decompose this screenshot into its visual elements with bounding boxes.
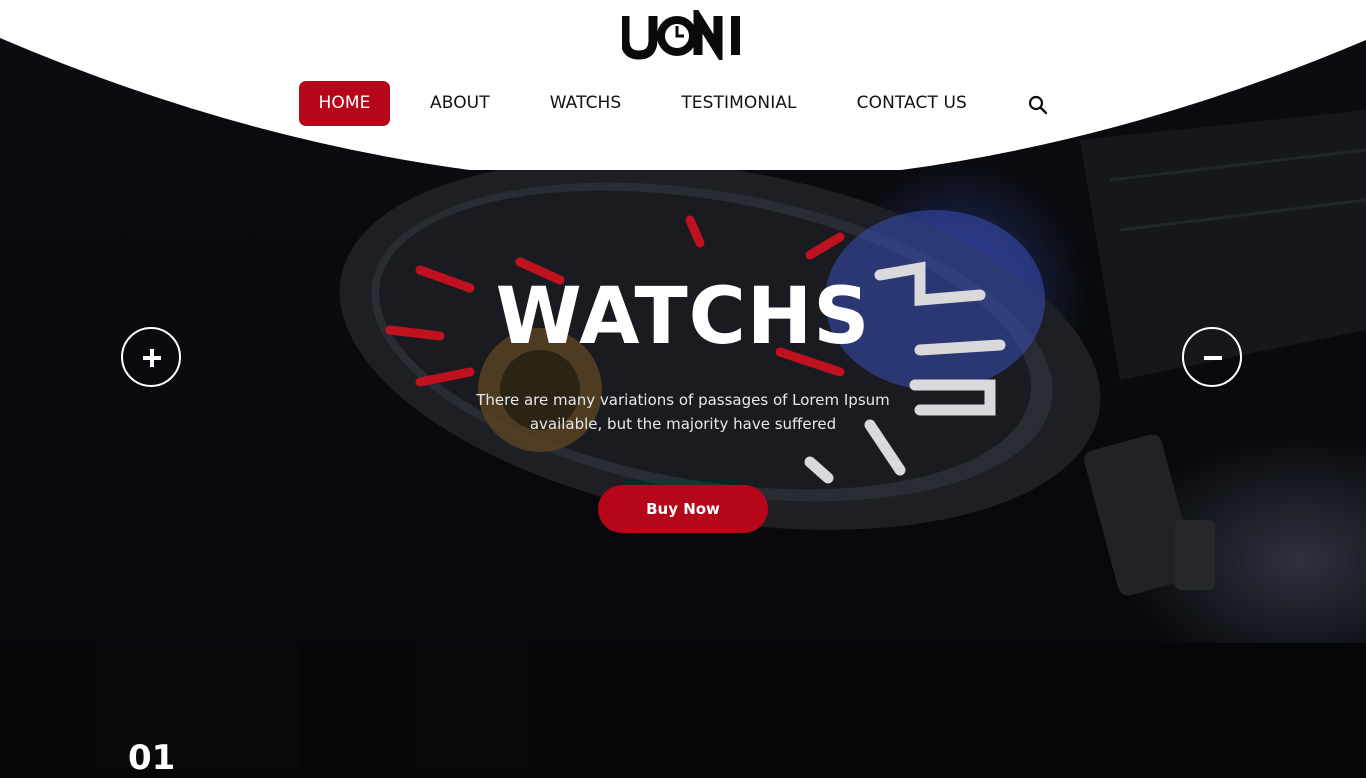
section-panel xyxy=(90,643,300,768)
slider-prev-button[interactable] xyxy=(121,327,181,387)
section-panel xyxy=(410,643,530,768)
section-number: 01 xyxy=(128,738,176,778)
nav-contact-us[interactable]: CONTACT US xyxy=(857,81,967,126)
nav-testimonial[interactable]: TESTIMONIAL xyxy=(681,81,796,126)
main-nav: HOME ABOUT WATCHS TESTIMONIAL CONTACT US xyxy=(299,81,967,126)
hero-description-line2: available, but the majority have suffere… xyxy=(529,415,837,433)
nav-about[interactable]: ABOUT xyxy=(430,81,490,126)
hero-description-line1: There are many variations of passages of… xyxy=(476,391,890,409)
minus-icon xyxy=(1204,356,1222,360)
plus-icon xyxy=(143,349,161,367)
nav-watchs[interactable]: WATCHS xyxy=(550,81,622,126)
hero-title: WATCHS xyxy=(495,272,871,362)
slider-next-button[interactable] xyxy=(1182,327,1242,387)
buy-now-button[interactable]: Buy Now xyxy=(598,485,768,533)
search-icon[interactable] xyxy=(1028,95,1048,115)
hero-description: There are many variations of passages of… xyxy=(453,388,913,436)
nav-home[interactable]: HOME xyxy=(299,81,390,126)
brand-logo[interactable] xyxy=(622,10,744,60)
about-section xyxy=(0,643,1366,768)
